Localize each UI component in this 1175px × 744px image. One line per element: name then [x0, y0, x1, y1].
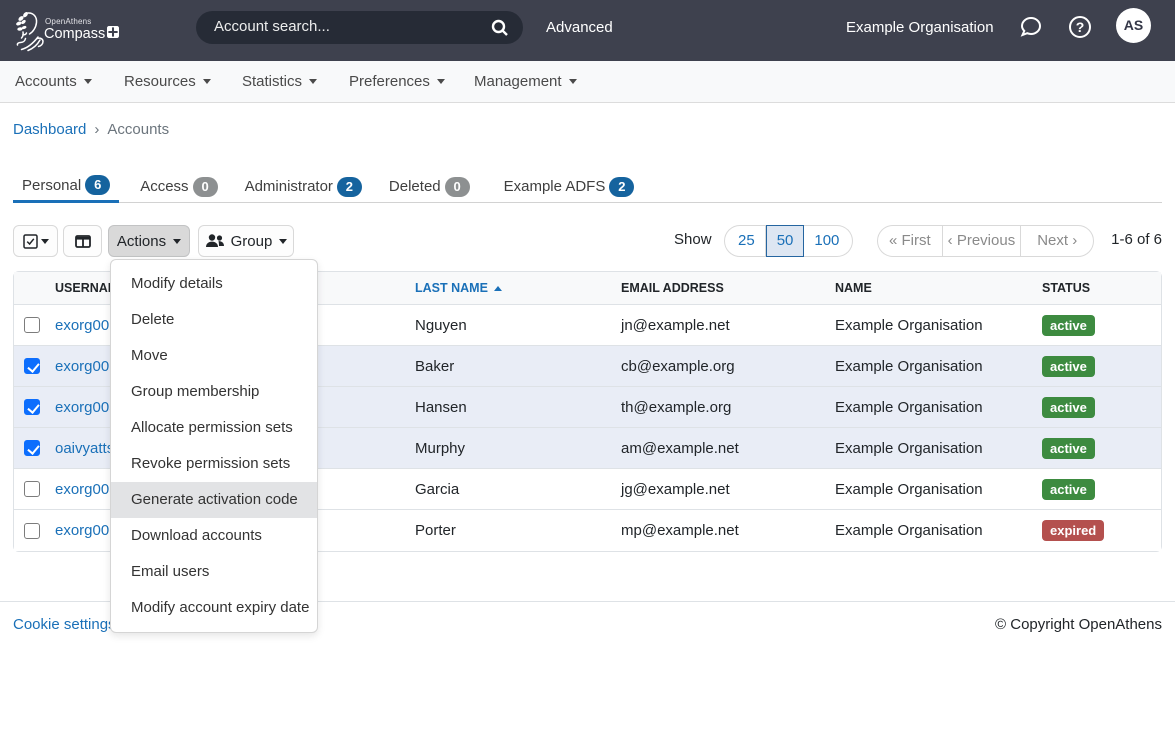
- svg-text:?: ?: [1076, 19, 1085, 35]
